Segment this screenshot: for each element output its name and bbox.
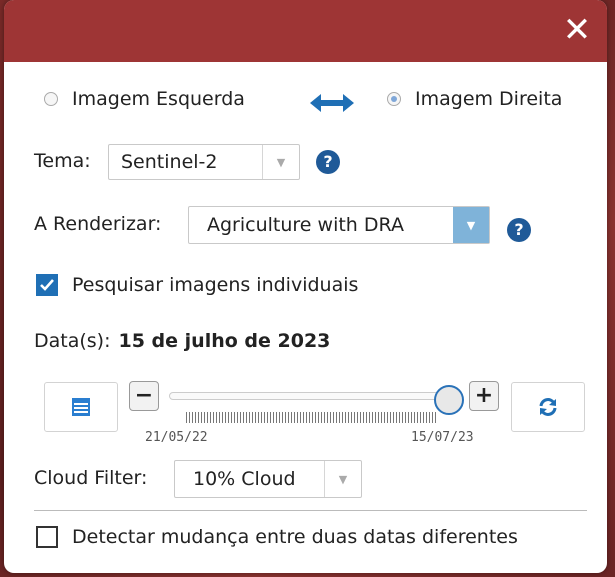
search-individual-label: Pesquisar imagens individuais <box>72 274 359 296</box>
chevron-down-icon[interactable]: ▼ <box>262 145 299 179</box>
search-individual-checkbox-row[interactable]: Pesquisar imagens individuais <box>36 274 358 296</box>
slider-end-label: 15/07/23 <box>411 430 474 445</box>
swap-arrows-icon[interactable] <box>310 90 354 116</box>
slider-start-label: 21/05/22 <box>145 430 208 445</box>
theme-help-icon[interactable]: ? <box>316 150 340 174</box>
cloud-filter-label: Cloud Filter: <box>34 467 148 489</box>
cloud-filter-select[interactable]: 10% Cloud ▼ <box>174 460 362 498</box>
slider-decrement-button[interactable]: − <box>129 381 159 411</box>
change-detection-checkbox-row[interactable]: Detectar mudança entre duas datas difere… <box>36 526 518 548</box>
close-icon[interactable]: ✕ <box>557 10 597 50</box>
theme-label: Tema: <box>34 150 91 172</box>
radio-right-label: Imagem Direita <box>415 88 563 110</box>
checkmark-icon <box>40 279 54 291</box>
render-select[interactable]: Agriculture with DRA ▼ <box>188 206 490 244</box>
render-select-value: Agriculture with DRA <box>207 214 404 236</box>
radio-left-label: Imagem Esquerda <box>72 88 245 110</box>
refresh-button[interactable] <box>511 382 585 432</box>
render-help-icon[interactable]: ? <box>507 218 531 242</box>
dates-row: Data(s): 15 de julho de 2023 <box>34 330 330 352</box>
chevron-down-icon[interactable]: ▼ <box>453 207 489 243</box>
change-detection-checkbox[interactable] <box>36 526 58 548</box>
search-individual-checkbox[interactable] <box>36 274 58 296</box>
chevron-down-icon[interactable]: ▼ <box>324 461 361 497</box>
radio-left-image[interactable]: Imagem Esquerda <box>44 88 245 110</box>
calendar-icon <box>72 398 90 416</box>
radio-right-image[interactable]: Imagem Direita <box>387 88 562 110</box>
radio-left-indicator[interactable] <box>44 92 58 106</box>
refresh-icon <box>539 398 557 416</box>
dates-label: Data(s): <box>34 330 111 352</box>
theme-select-value: Sentinel-2 <box>121 151 218 173</box>
slider-increment-button[interactable]: + <box>469 381 499 411</box>
image-filter-dialog: ✕ Imagem Esquerda Imagem Direita Tema: S… <box>4 0 607 573</box>
date-slider-track[interactable] <box>169 392 449 400</box>
radio-right-indicator[interactable] <box>387 92 401 106</box>
cloud-filter-value: 10% Cloud <box>193 468 296 490</box>
calendar-button[interactable] <box>44 382 118 432</box>
divider <box>34 510 587 511</box>
date-slider-thumb[interactable] <box>434 385 464 415</box>
render-label: A Renderizar: <box>34 213 162 235</box>
theme-select[interactable]: Sentinel-2 ▼ <box>108 144 300 180</box>
date-slider-ticks <box>186 412 438 423</box>
dates-value: 15 de julho de 2023 <box>118 330 331 352</box>
change-detection-label: Detectar mudança entre duas datas difere… <box>72 526 518 548</box>
dialog-titlebar: ✕ <box>4 0 607 62</box>
